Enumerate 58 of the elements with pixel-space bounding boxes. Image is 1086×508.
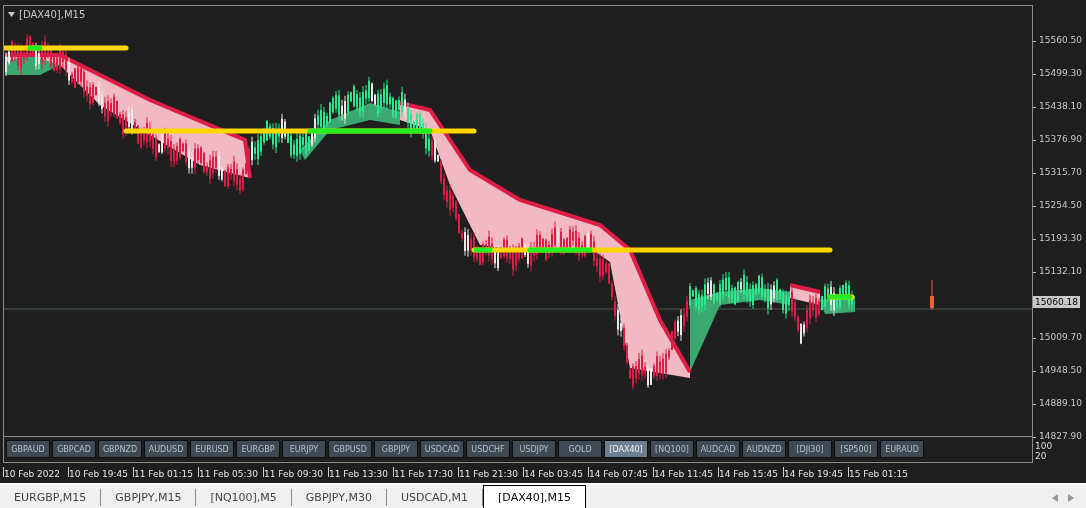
price-label: 15315.70 (1039, 167, 1082, 177)
symbol-button[interactable]: GBPJPY (374, 440, 418, 458)
chart-tab[interactable]: [NQ100],M5 (196, 489, 292, 506)
time-label: 10 Feb 19:45 (68, 467, 133, 477)
scroll-right-icon[interactable] (1068, 493, 1074, 502)
scroll-left-icon[interactable] (1052, 493, 1058, 502)
current-price-label: 15060.18 (1033, 296, 1080, 308)
price-label: 15193.30 (1039, 233, 1082, 243)
symbol-button[interactable]: GBPAUD (6, 440, 50, 458)
symbol-button[interactable]: EURJPY (282, 440, 326, 458)
time-label: 14 Feb 07:45 (588, 467, 653, 477)
price-label: 15132.10 (1039, 266, 1082, 276)
chart-tab[interactable]: EURGBP,M15 (0, 489, 102, 506)
symbol-button[interactable]: EURUSD (190, 440, 234, 458)
symbol-button[interactable]: [DAX40] (604, 440, 648, 458)
symbol-button[interactable]: USDJPY (512, 440, 556, 458)
scale-label: 100 (1035, 441, 1053, 451)
symbol-button[interactable]: EURGBP (236, 440, 280, 458)
price-label: 14948.50 (1039, 365, 1082, 375)
time-label: 11 Feb 17:30 (393, 467, 458, 477)
time-label: 11 Feb 13:30 (328, 467, 393, 477)
price-label: 15499.30 (1039, 68, 1082, 78)
time-label: 10 Feb 2022 (3, 467, 68, 477)
price-label: 15438.10 (1039, 101, 1082, 111)
time-label: 11 Feb 01:15 (133, 467, 198, 477)
time-label: 11 Feb 21:30 (458, 467, 523, 477)
price-label: 14889.10 (1039, 398, 1082, 408)
chart-tab[interactable]: GBPJPY,M15 (101, 489, 197, 506)
time-label: 15 Feb 01:15 (848, 467, 913, 477)
time-label: 14 Feb 03:45 (523, 467, 588, 477)
price-label: 15254.50 (1039, 200, 1082, 210)
scale-label: 20 (1035, 451, 1048, 461)
symbol-button[interactable]: GBPCAD (52, 440, 96, 458)
symbol-button[interactable]: AUDCAD (696, 440, 740, 458)
time-label: 14 Feb 19:45 (783, 467, 848, 477)
price-label: 15009.70 (1039, 332, 1082, 342)
symbol-button[interactable]: [SP500] (834, 440, 878, 458)
symbol-button[interactable]: USDCHF (466, 440, 510, 458)
chart-title: [DAX40],M15 (19, 9, 86, 20)
price-label: 15560.50 (1039, 35, 1082, 45)
dropdown-icon[interactable] (8, 12, 15, 17)
symbol-button[interactable]: GOLD (558, 440, 602, 458)
price-label: 14827.90 (1039, 431, 1082, 441)
time-label: 14 Feb 11:45 (653, 467, 718, 477)
symbol-button[interactable]: GBPUSD (328, 440, 372, 458)
symbol-button[interactable]: GBPNZD (98, 440, 142, 458)
time-label: 14 Feb 15:45 (718, 467, 783, 477)
symbol-button[interactable]: [NQ100] (650, 440, 694, 458)
symbol-button[interactable]: AUDNZD (742, 440, 786, 458)
symbol-button[interactable]: EURAUD (880, 440, 924, 458)
symbol-button[interactable]: [DJI30] (788, 440, 832, 458)
price-label: 15376.90 (1039, 134, 1082, 144)
time-label: 11 Feb 05:30 (198, 467, 263, 477)
chart-tab[interactable]: [DAX40],M15 (483, 485, 586, 508)
symbol-button[interactable]: AUDUSD (144, 440, 188, 458)
symbol-button[interactable]: USDCAD (420, 440, 464, 458)
time-label: 11 Feb 09:30 (263, 467, 328, 477)
chart-tab[interactable]: GBPJPY,M30 (291, 489, 387, 506)
